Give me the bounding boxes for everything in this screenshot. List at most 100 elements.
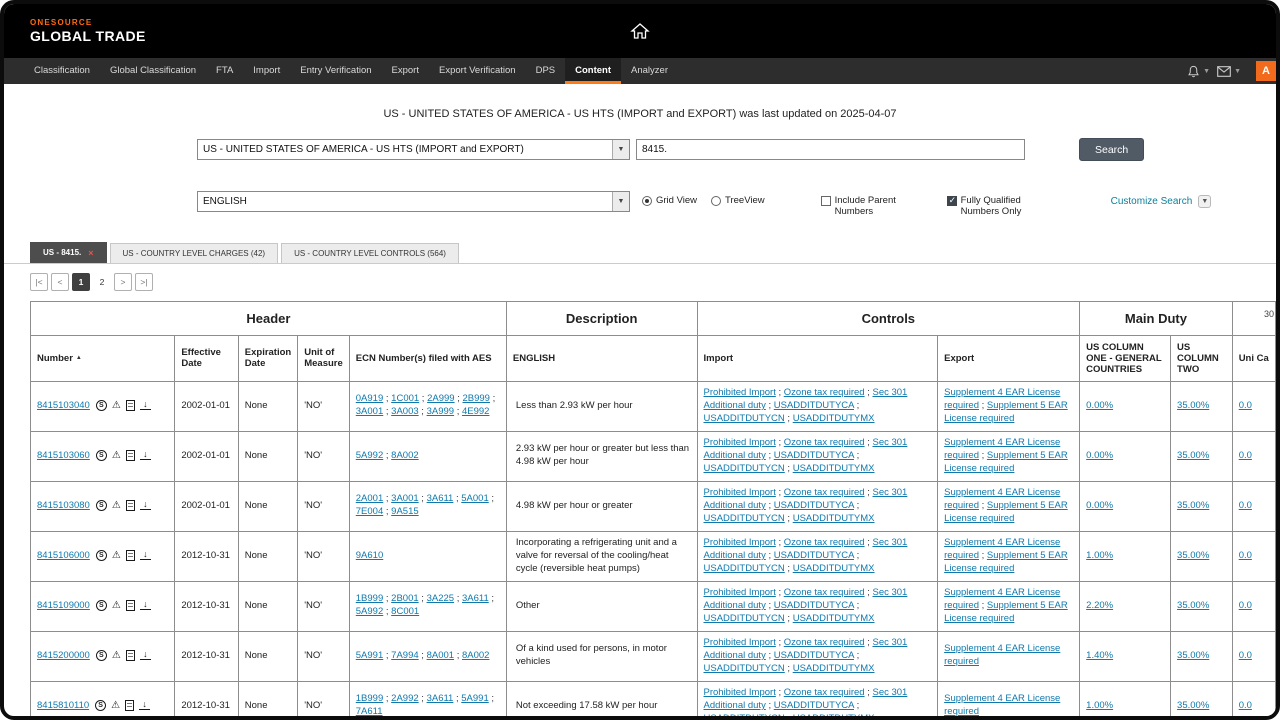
dropdown-arrow-icon[interactable]: ▼ — [612, 140, 629, 159]
ecn-link[interactable]: 1B999 — [356, 593, 383, 604]
nav-item-import[interactable]: Import — [243, 58, 290, 84]
nav-item-export[interactable]: Export — [382, 58, 429, 84]
nav-item-entry-verification[interactable]: Entry Verification — [290, 58, 381, 84]
duty-rate-link[interactable]: 0.0 — [1239, 650, 1252, 661]
tab-us-country-level-charges-42[interactable]: US - COUNTRY LEVEL CHARGES (42) — [110, 243, 279, 263]
nav-item-content[interactable]: Content — [565, 58, 621, 84]
download-icon[interactable]: ↓ — [140, 600, 151, 610]
pagination-prev-icon[interactable]: < — [51, 273, 69, 291]
alert-triangle-icon[interactable]: ⚠ — [112, 600, 121, 611]
import-control-link[interactable]: Prohibited Import — [704, 487, 776, 498]
tab-us-8415[interactable]: US - 8415.× — [30, 242, 107, 263]
notes-icon[interactable] — [126, 400, 135, 411]
import-control-link[interactable]: USADDITDUTYCA — [774, 500, 854, 511]
column-header-number[interactable]: Number▲ — [31, 335, 175, 381]
duty-rate-link[interactable]: 1.40% — [1086, 650, 1113, 661]
customize-search-link[interactable]: Customize Search ▼ — [1111, 195, 1212, 208]
import-control-link[interactable]: USADDITDUTYCA — [774, 600, 854, 611]
hts-number-link[interactable]: 8415109000 — [37, 600, 90, 611]
ecn-link[interactable]: 7A611 — [356, 706, 383, 717]
ecn-link[interactable]: 3A003 — [391, 406, 418, 417]
pagination-page-1[interactable]: 1 — [72, 273, 90, 291]
duty-rate-link[interactable]: 0.0 — [1239, 600, 1252, 611]
ecn-link[interactable]: 9A610 — [356, 550, 383, 561]
account-badge[interactable]: A — [1256, 61, 1276, 81]
import-control-link[interactable]: Prohibited Import — [704, 687, 776, 698]
duty-rate-link[interactable]: 0.0 — [1239, 400, 1252, 411]
ecn-link[interactable]: 9A515 — [391, 506, 418, 517]
ecn-link[interactable]: 8A002 — [462, 650, 489, 661]
ecn-link[interactable]: 5A992 — [356, 606, 383, 617]
download-icon[interactable]: ↓ — [140, 450, 151, 460]
duty-rate-link[interactable]: 35.00% — [1177, 700, 1209, 711]
tree-view-radio[interactable] — [711, 196, 721, 206]
ecn-link[interactable]: 4E992 — [462, 406, 489, 417]
dropdown-arrow-icon[interactable]: ▼ — [612, 192, 629, 211]
messages-envelope-icon[interactable] — [1217, 66, 1231, 77]
pagination-last-icon[interactable]: >| — [135, 273, 153, 291]
alert-triangle-icon[interactable]: ⚠ — [112, 650, 121, 661]
import-control-link[interactable]: USADDITDUTYCA — [774, 550, 854, 561]
language-select[interactable]: ENGLISH ▼ — [197, 191, 630, 212]
notifications-bell-icon[interactable] — [1187, 65, 1200, 78]
import-control-link[interactable]: USADDITDUTYMX — [793, 713, 875, 720]
import-control-link[interactable]: USADDITDUTYCN — [704, 713, 785, 720]
ecn-link[interactable]: 3A001 — [391, 493, 418, 504]
tab-close-icon[interactable]: × — [88, 248, 93, 258]
import-control-link[interactable]: Prohibited Import — [704, 637, 776, 648]
import-control-link[interactable]: USADDITDUTYCA — [774, 700, 854, 711]
duty-rate-link[interactable]: 35.00% — [1177, 500, 1209, 511]
grid-view-radio[interactable] — [642, 196, 652, 206]
hts-number-link[interactable]: 8415103040 — [37, 400, 90, 411]
ecn-link[interactable]: 2A001 — [356, 493, 383, 504]
ecn-link[interactable]: 5A992 — [356, 450, 383, 461]
hts-number-link[interactable]: 8415106000 — [37, 550, 90, 561]
import-control-link[interactable]: Ozone tax required — [784, 537, 865, 548]
import-control-link[interactable]: USADDITDUTYCN — [704, 563, 785, 574]
notes-icon[interactable] — [125, 700, 134, 711]
duty-rate-link[interactable]: 0.00% — [1086, 500, 1113, 511]
import-control-link[interactable]: USADDITDUTYCN — [704, 463, 785, 474]
ecn-link[interactable]: 2B999 — [463, 393, 490, 404]
nav-item-global-classification[interactable]: Global Classification — [100, 58, 206, 84]
circle-s-icon[interactable]: S — [96, 400, 107, 411]
ecn-link[interactable]: 3A611 — [462, 593, 489, 604]
import-control-link[interactable]: USADDITDUTYCN — [704, 613, 785, 624]
duty-rate-link[interactable]: 0.0 — [1239, 450, 1252, 461]
duty-rate-link[interactable]: 35.00% — [1177, 450, 1209, 461]
circle-s-icon[interactable]: S — [96, 450, 107, 461]
home-icon[interactable] — [630, 22, 650, 40]
import-control-link[interactable]: Ozone tax required — [784, 487, 865, 498]
import-control-link[interactable]: USADDITDUTYCN — [704, 513, 785, 524]
import-control-link[interactable]: Ozone tax required — [784, 387, 865, 398]
circle-s-icon[interactable]: S — [96, 500, 107, 511]
ecn-link[interactable]: 3A225 — [427, 593, 454, 604]
pagination-page-2[interactable]: 2 — [93, 273, 111, 291]
ecn-link[interactable]: 0A919 — [356, 393, 383, 404]
alert-triangle-icon[interactable]: ⚠ — [112, 450, 121, 461]
nav-item-dps[interactable]: DPS — [526, 58, 566, 84]
import-control-link[interactable]: USADDITDUTYCA — [774, 650, 854, 661]
ecn-link[interactable]: 3A999 — [427, 406, 454, 417]
nav-item-analyzer[interactable]: Analyzer — [621, 58, 678, 84]
download-icon[interactable]: ↓ — [140, 400, 151, 410]
import-control-link[interactable]: USADDITDUTYCA — [774, 400, 854, 411]
circle-s-icon[interactable]: S — [96, 550, 107, 561]
search-input[interactable] — [636, 139, 1025, 160]
import-control-link[interactable]: USADDITDUTYMX — [793, 463, 875, 474]
notes-icon[interactable] — [126, 450, 135, 461]
notes-icon[interactable] — [126, 500, 135, 511]
ecn-link[interactable]: 5A001 — [461, 493, 488, 504]
ecn-link[interactable]: 7E004 — [356, 506, 383, 517]
search-button[interactable]: Search — [1079, 138, 1144, 161]
notes-icon[interactable] — [126, 600, 135, 611]
import-control-link[interactable]: Ozone tax required — [784, 687, 865, 698]
ecn-link[interactable]: 1C001 — [391, 393, 419, 404]
ecn-link[interactable]: 2A999 — [427, 393, 454, 404]
import-control-link[interactable]: Prohibited Import — [704, 387, 776, 398]
ecn-link[interactable]: 3A611 — [427, 693, 454, 704]
ecn-link[interactable]: 1B999 — [356, 693, 383, 704]
ecn-link[interactable]: 2A992 — [391, 693, 418, 704]
duty-rate-link[interactable]: 0.0 — [1239, 550, 1252, 561]
import-control-link[interactable]: USADDITDUTYCA — [774, 450, 854, 461]
